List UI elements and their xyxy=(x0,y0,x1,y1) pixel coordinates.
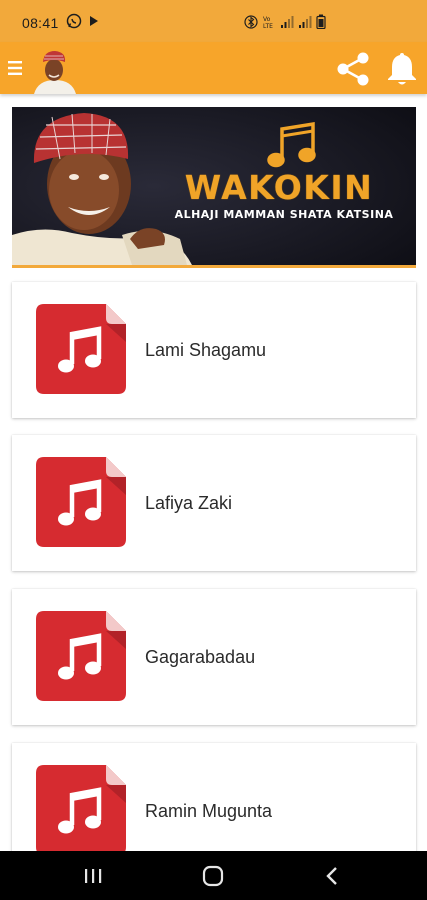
bell-icon[interactable] xyxy=(385,50,419,88)
song-title: Lami Shagamu xyxy=(145,340,267,360)
banner-title: WAKOKIN xyxy=(184,168,374,207)
home-icon[interactable] xyxy=(198,863,228,889)
avatar xyxy=(30,48,80,94)
audio-file-icon xyxy=(36,304,126,394)
back-icon[interactable] xyxy=(318,863,348,889)
list-item[interactable]: Lafiya Zaki xyxy=(12,435,416,571)
navigation-bar xyxy=(0,851,427,900)
whatsapp-icon xyxy=(66,13,82,29)
banner-subtitle: ALHAJI MAMMAN SHATA KATSINA xyxy=(174,208,394,221)
battery-icon xyxy=(316,14,326,29)
svg-text:Vo: Vo xyxy=(263,16,271,23)
menu-icon[interactable] xyxy=(6,56,26,80)
list-item[interactable]: Lami Shagamu xyxy=(12,282,416,418)
bluetooth-icon xyxy=(244,14,258,29)
song-title: Lafiya Zaki xyxy=(145,493,233,513)
audio-file-icon xyxy=(36,611,126,701)
song-title: Gagarabadau xyxy=(145,647,256,667)
share-icon[interactable] xyxy=(334,50,372,88)
volte-icon: Vo LTE xyxy=(263,16,273,29)
recents-icon[interactable] xyxy=(78,863,108,889)
status-bar: 08:41 Vo LTE xyxy=(0,0,427,42)
song-title: Ramin Mugunta xyxy=(145,801,273,821)
svg-text:LTE: LTE xyxy=(263,23,273,29)
list-item[interactable]: Gagarabadau xyxy=(12,589,416,725)
signal-icon xyxy=(299,15,312,28)
play-icon xyxy=(90,16,98,26)
audio-file-icon xyxy=(36,765,126,855)
signal-icon xyxy=(281,15,294,28)
audio-file-icon xyxy=(36,457,126,547)
status-time: 08:41 xyxy=(22,15,59,31)
app-bar xyxy=(0,42,427,94)
